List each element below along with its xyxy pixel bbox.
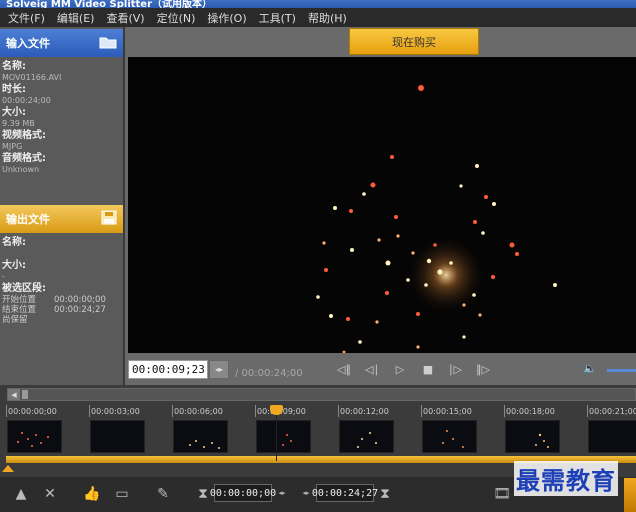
thumbnail-frame	[505, 420, 560, 453]
start-time-field[interactable]: 00:00:00;00	[210, 484, 276, 502]
video-format-value: MJPG	[2, 142, 23, 151]
end-marker-icon[interactable]: ⧗	[375, 485, 395, 503]
preview-area: 现在购买 00:00:09;23 ◂▸ / 00:00:24;00 ◁∥ ◁∣ …	[125, 27, 636, 385]
input-file-title: 输入文件	[6, 37, 50, 50]
thumbnail-frame	[173, 420, 228, 453]
window-title: Solveig MM Video Splitter（试用版本）	[6, 0, 213, 8]
selection-start-marker[interactable]	[2, 465, 14, 472]
thumbnail-frame	[422, 420, 477, 453]
go-to-end-icon[interactable]: ∥▷	[474, 361, 492, 377]
total-duration: / 00:00:24;00	[235, 368, 303, 379]
go-to-start-icon[interactable]: ◁∥	[335, 361, 353, 377]
selection-end-row: 结束位置 00:00:24;27	[2, 305, 121, 315]
thumbs-up-icon[interactable]: 👍	[82, 485, 102, 503]
selection-label: 被选区段:	[2, 283, 46, 294]
buy-now-button[interactable]: 现在购买	[349, 28, 479, 55]
output-name-label: 名称:	[2, 237, 26, 248]
tick-label: 00:00:21;00	[587, 405, 636, 417]
tick-label: 00:00:18;00	[504, 405, 555, 417]
step-forward-icon[interactable]: ∣▷	[446, 361, 464, 377]
remove-marker-icon[interactable]: ✕	[40, 485, 60, 503]
input-file-header: 输入文件	[0, 29, 123, 57]
app-window: Solveig MM Video Splitter（试用版本） 文件(F) 编辑…	[0, 0, 636, 512]
thumbnail-frame	[7, 420, 62, 453]
video-preview[interactable]	[128, 57, 636, 353]
input-duration-label: 时长:	[2, 84, 26, 95]
playhead-line	[276, 413, 277, 461]
current-time-field[interactable]: 00:00:09;23	[128, 360, 208, 379]
end-time-field[interactable]: 00:00:24;27	[312, 484, 378, 502]
audio-format-label: 音频格式:	[2, 153, 46, 164]
folder-icon[interactable]	[99, 35, 117, 52]
menu-edit[interactable]: 编辑(E)	[51, 10, 101, 26]
output-file-title: 输出文件	[6, 213, 50, 226]
title-bar: Solveig MM Video Splitter（试用版本）	[0, 0, 636, 8]
stop-icon[interactable]: ■	[419, 361, 437, 377]
save-icon[interactable]	[101, 210, 117, 228]
tick-label: 00:00:00;00	[6, 405, 57, 417]
output-file-header: 输出文件	[0, 205, 123, 233]
volume-icon[interactable]: 🔈	[583, 362, 597, 375]
menu-tools[interactable]: 工具(T)	[253, 10, 302, 26]
save-split-button[interactable]	[624, 478, 636, 512]
input-duration-value: 00:00:24;00	[2, 96, 51, 105]
timeline-scrollbar[interactable]: ◀	[7, 388, 636, 401]
remaining-label: 尚保留	[2, 315, 28, 325]
step-back-icon[interactable]: ◁∣	[363, 361, 381, 377]
comment-icon[interactable]: ▭	[112, 485, 132, 503]
selection-start-row: 开始位置 00:00:00;00	[2, 295, 121, 305]
file-info-panel: 输入文件 名称: MOV01166.AVI 时长: 00:00:24;00 大小…	[0, 27, 123, 385]
scroll-left-icon[interactable]: ◀	[8, 389, 20, 400]
menu-navigate[interactable]: 定位(N)	[151, 10, 202, 26]
marker-up-icon[interactable]: ▲	[11, 485, 31, 503]
output-size-label: 大小:	[2, 260, 26, 271]
input-size-label: 大小:	[2, 107, 26, 118]
menu-operation[interactable]: 操作(O)	[201, 10, 252, 26]
time-ruler[interactable]: 00:00:00;00 00:00:03;00 00:00:06;00 00:0…	[0, 403, 636, 419]
menu-help[interactable]: 帮助(H)	[302, 10, 353, 26]
start-time-stepper[interactable]: ◂▸	[274, 484, 290, 502]
menu-bar: 文件(F) 编辑(E) 查看(V) 定位(N) 操作(O) 工具(T) 帮助(H…	[0, 8, 636, 27]
selection-start-value: 00:00:00;00	[54, 295, 106, 305]
audio-format-value: Unknown	[2, 165, 40, 174]
selection-end-label: 结束位置	[2, 305, 37, 315]
tick-label: 00:00:12;00	[338, 405, 389, 417]
input-size-value: 9.39 MB	[2, 119, 35, 128]
thumbnail-frame	[339, 420, 394, 453]
menu-file[interactable]: 文件(F)	[2, 10, 51, 26]
thumbnail-strip[interactable]	[0, 420, 636, 453]
input-name-label: 名称:	[2, 61, 26, 72]
selection-end-value: 00:00:24;27	[54, 305, 106, 315]
output-size-value: -	[2, 272, 5, 281]
thumbnail-frame	[90, 420, 145, 453]
scroll-thumb[interactable]	[22, 390, 28, 399]
watermark: 最需教育	[514, 461, 618, 496]
input-file-info: 名称: MOV01166.AVI 时长: 00:00:24;00 大小: 9.3…	[0, 59, 123, 178]
film-icon[interactable]: 🎞	[492, 485, 512, 503]
tick-label: 00:00:03;00	[89, 405, 140, 417]
video-format-label: 视频格式:	[2, 130, 46, 141]
menu-view[interactable]: 查看(V)	[100, 10, 150, 26]
selection-start-label: 开始位置	[2, 295, 37, 305]
thumbnail-frame	[256, 420, 311, 453]
remaining-row: 尚保留	[2, 315, 121, 325]
thumbnail-frame	[588, 420, 636, 453]
output-file-info: 名称: 大小: - 被选区段: 开始位置 00:00:00;00 结束位置 00…	[0, 235, 123, 327]
fireworks-frame	[316, 85, 557, 353]
tick-label: 00:00:06;00	[172, 405, 223, 417]
volume-slider[interactable]	[607, 369, 636, 372]
edit-icon[interactable]: ✎	[153, 485, 173, 503]
time-stepper[interactable]: ◂▸	[209, 360, 229, 379]
tick-label: 00:00:15;00	[421, 405, 472, 417]
input-name-value: MOV01166.AVI	[2, 73, 62, 82]
play-icon[interactable]: ▷	[391, 361, 409, 377]
